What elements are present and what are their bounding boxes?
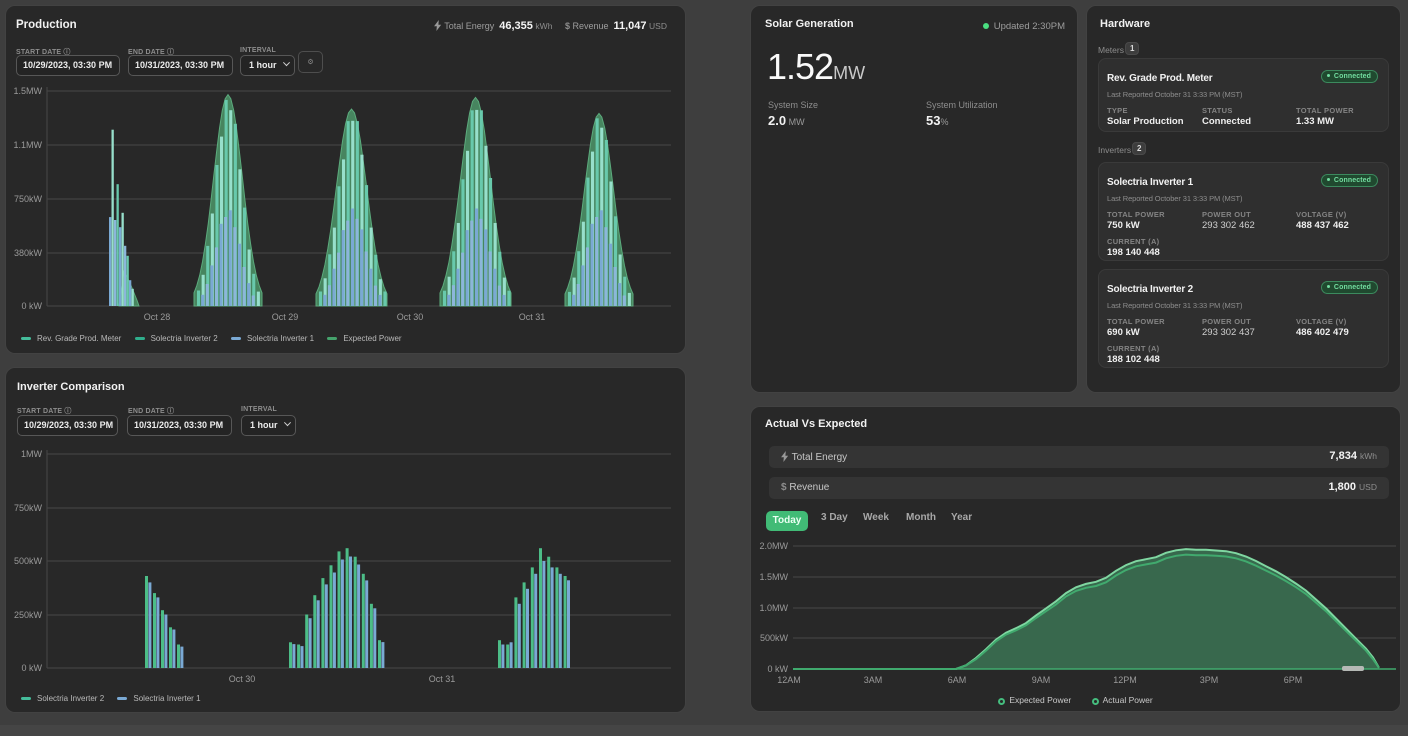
svg-text:750kW: 750kW <box>14 194 43 204</box>
svg-text:6AM: 6AM <box>948 675 967 685</box>
svg-text:9AM: 9AM <box>1032 675 1051 685</box>
svg-text:380kW: 380kW <box>14 248 43 258</box>
svg-text:3PM: 3PM <box>1200 675 1219 685</box>
svg-text:Oct 31: Oct 31 <box>519 312 546 322</box>
svg-text:Oct 30: Oct 30 <box>397 312 424 322</box>
svg-text:750kW: 750kW <box>14 503 43 513</box>
svg-text:0 kW: 0 kW <box>21 301 42 311</box>
svg-text:Oct 31: Oct 31 <box>429 674 456 684</box>
svg-text:Oct 28: Oct 28 <box>144 312 171 322</box>
svg-text:1MW: 1MW <box>21 449 43 459</box>
svg-text:500kW: 500kW <box>760 633 789 643</box>
svg-text:Oct 29: Oct 29 <box>272 312 299 322</box>
svg-text:1.1MW: 1.1MW <box>13 140 42 150</box>
svg-text:0 kW: 0 kW <box>767 664 788 674</box>
svg-text:12AM: 12AM <box>777 675 801 685</box>
svg-text:12PM: 12PM <box>1113 675 1137 685</box>
svg-text:250kW: 250kW <box>14 610 43 620</box>
svg-text:500kW: 500kW <box>14 556 43 566</box>
svg-text:Oct 30: Oct 30 <box>229 674 256 684</box>
svg-text:1.0MW: 1.0MW <box>759 603 788 613</box>
svg-text:0 kW: 0 kW <box>21 663 42 673</box>
svg-text:6PM: 6PM <box>1284 675 1303 685</box>
svg-text:1.5MW: 1.5MW <box>13 86 42 96</box>
svg-text:3AM: 3AM <box>864 675 883 685</box>
svg-text:1.5MW: 1.5MW <box>759 572 788 582</box>
svg-text:2.0MW: 2.0MW <box>759 541 788 551</box>
